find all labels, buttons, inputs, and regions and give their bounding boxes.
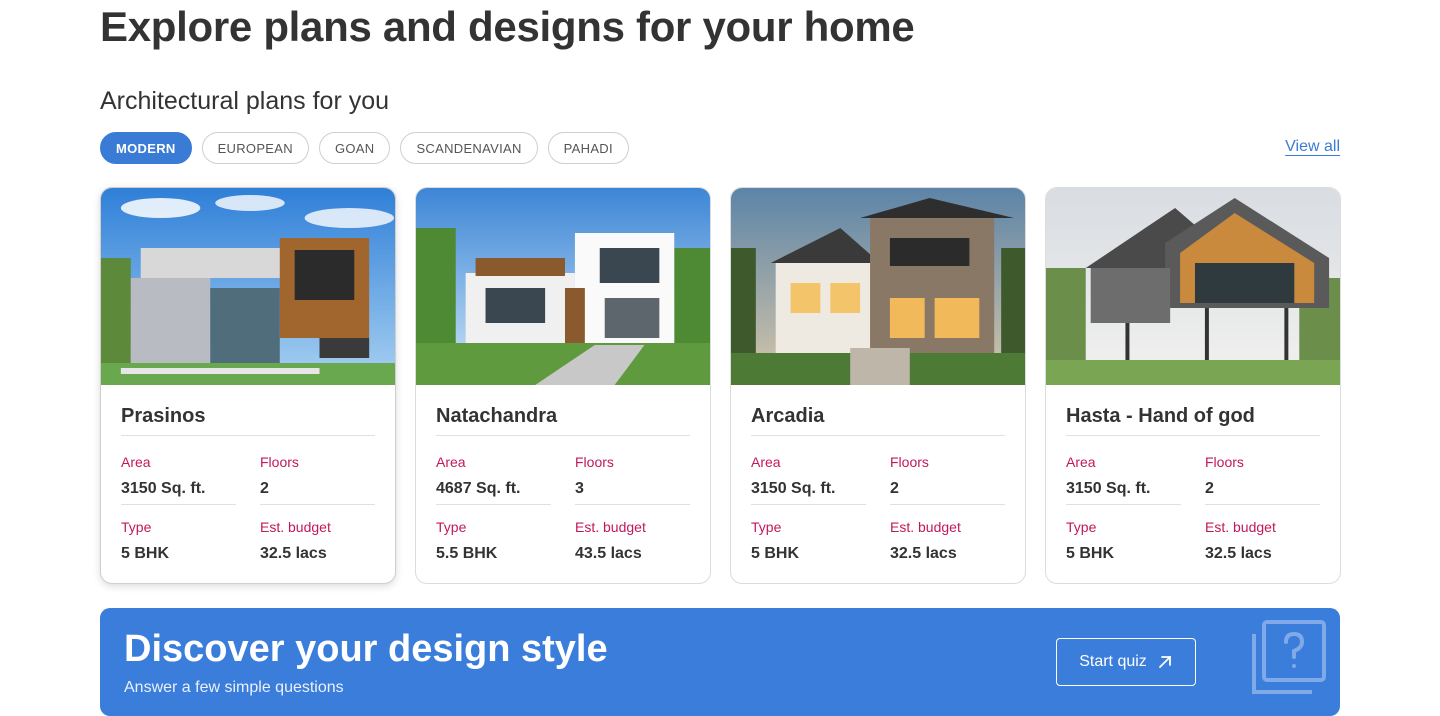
spec-label: Area: [436, 454, 466, 470]
spec-value: 2: [1205, 480, 1214, 497]
spec-label: Est. budget: [575, 519, 646, 535]
chip-scandenavian[interactable]: SCANDENAVIAN: [400, 132, 538, 164]
arrow-up-right-icon: [1158, 656, 1171, 668]
spec-floors: Floors 2: [1205, 436, 1320, 505]
spec-label: Floors: [260, 454, 299, 470]
spec-label: Est. budget: [890, 519, 961, 535]
plan-image: [1046, 188, 1340, 385]
plan-image: [101, 188, 395, 385]
spec-area: Area 3150 Sq. ft.: [1066, 436, 1181, 505]
spec-value: 5 BHK: [1066, 545, 1115, 562]
section-title: Architectural plans for you: [100, 87, 390, 115]
banner-title: Discover your design style: [124, 628, 608, 670]
plan-name: Hasta - Hand of god: [1066, 403, 1320, 436]
spec-label: Area: [751, 454, 781, 470]
question-card-icon: [1252, 620, 1326, 694]
style-filter-chips: MODERN EUROPEAN GOAN SCANDENAVIAN PAHADI: [100, 132, 629, 164]
spec-floors: Floors 3: [575, 436, 690, 505]
spec-value: 32.5 lacs: [890, 545, 957, 562]
plan-card-natachandra[interactable]: Natachandra Area 4687 Sq. ft. Floors 3 T…: [415, 187, 711, 584]
view-all-link[interactable]: View all: [1285, 138, 1340, 156]
start-quiz-label: Start quiz: [1079, 653, 1147, 670]
plan-image: [416, 188, 710, 385]
spec-value: 5.5 BHK: [436, 545, 498, 562]
spec-value: 2: [260, 480, 269, 497]
spec-type: Type 5 BHK: [121, 505, 236, 563]
spec-value: 3: [575, 480, 584, 497]
spec-label: Type: [436, 519, 467, 535]
page-title: Explore plans and designs for your home: [100, 3, 915, 50]
spec-label: Area: [121, 454, 151, 470]
banner-subtitle: Answer a few simple questions: [124, 679, 344, 696]
spec-area: Area 3150 Sq. ft.: [751, 436, 866, 505]
plan-cards: Prasinos Area 3150 Sq. ft. Floors 2 Type…: [100, 187, 1341, 584]
spec-value: 2: [890, 480, 899, 497]
spec-label: Floors: [890, 454, 929, 470]
spec-value: 43.5 lacs: [575, 545, 642, 562]
plan-card-hasta[interactable]: Hasta - Hand of god Area 3150 Sq. ft. Fl…: [1045, 187, 1341, 584]
chip-european[interactable]: EUROPEAN: [201, 132, 309, 164]
quiz-banner: Discover your design style Answer a few …: [100, 608, 1340, 716]
plan-image: [731, 188, 1025, 385]
spec-area: Area 3150 Sq. ft.: [121, 436, 236, 505]
plan-card-arcadia[interactable]: Arcadia Area 3150 Sq. ft. Floors 2 Type …: [730, 187, 1026, 584]
plan-card-prasinos[interactable]: Prasinos Area 3150 Sq. ft. Floors 2 Type…: [100, 187, 396, 584]
spec-value: 3150 Sq. ft.: [1066, 480, 1151, 497]
spec-budget: Est. budget 32.5 lacs: [1205, 505, 1320, 563]
spec-value: 32.5 lacs: [260, 545, 327, 562]
spec-budget: Est. budget 32.5 lacs: [890, 505, 1005, 563]
start-quiz-button[interactable]: Start quiz: [1056, 638, 1196, 686]
spec-label: Area: [1066, 454, 1096, 470]
spec-label: Floors: [1205, 454, 1244, 470]
spec-budget: Est. budget 43.5 lacs: [575, 505, 690, 563]
spec-floors: Floors 2: [260, 436, 375, 505]
spec-label: Type: [121, 519, 152, 535]
spec-budget: Est. budget 32.5 lacs: [260, 505, 375, 563]
spec-label: Est. budget: [260, 519, 331, 535]
spec-label: Est. budget: [1205, 519, 1276, 535]
spec-type: Type 5 BHK: [751, 505, 866, 563]
spec-value: 3150 Sq. ft.: [751, 480, 836, 497]
plan-name: Natachandra: [436, 403, 690, 436]
spec-type: Type 5 BHK: [1066, 505, 1181, 563]
chip-pahadi[interactable]: PAHADI: [547, 132, 629, 164]
spec-value: 5 BHK: [121, 545, 170, 562]
plan-name: Prasinos: [121, 403, 375, 436]
spec-value: 5 BHK: [751, 545, 800, 562]
spec-label: Floors: [575, 454, 614, 470]
spec-floors: Floors 2: [890, 436, 1005, 505]
chip-modern[interactable]: MODERN: [100, 132, 192, 164]
spec-label: Type: [751, 519, 782, 535]
chip-goan[interactable]: GOAN: [318, 132, 391, 164]
plan-name: Arcadia: [751, 403, 1005, 436]
spec-value: 3150 Sq. ft.: [121, 480, 206, 497]
spec-value: 4687 Sq. ft.: [436, 480, 521, 497]
spec-label: Type: [1066, 519, 1097, 535]
spec-type: Type 5.5 BHK: [436, 505, 551, 563]
spec-value: 32.5 lacs: [1205, 545, 1272, 562]
spec-area: Area 4687 Sq. ft.: [436, 436, 551, 505]
